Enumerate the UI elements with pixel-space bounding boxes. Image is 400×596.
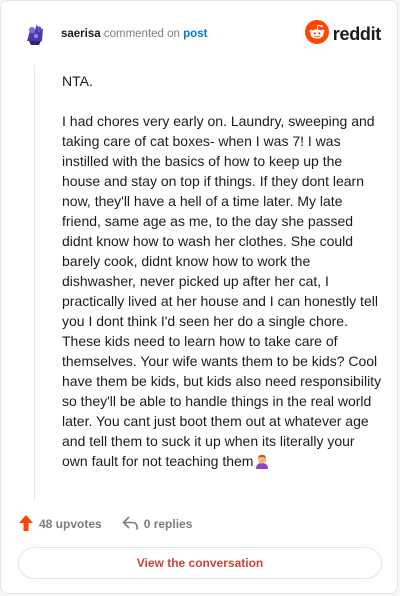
reply-arrow-icon (122, 516, 144, 533)
reddit-wordmark: reddit (332, 23, 382, 44)
post-link[interactable]: post (183, 28, 207, 40)
reply-count: 0 replies (143, 517, 193, 531)
user-avatar[interactable] (19, 17, 51, 49)
comment-byline: saerisa commented on post (61, 27, 207, 41)
thread-line (34, 65, 35, 501)
upvote-arrow-icon (19, 514, 39, 534)
reddit-logo[interactable]: reddit (304, 19, 382, 49)
upvote-count: 48 upvotes (39, 517, 102, 531)
comment-card: saerisa commented on post reddit NTA. I … (0, 0, 398, 594)
comment-paragraph: I had chores very early on. Laundry, swe… (62, 111, 382, 474)
reddit-snoo-icon (304, 19, 329, 49)
view-conversation-button[interactable]: View the conversation (18, 547, 382, 579)
reply-button[interactable]: 0 replies (122, 516, 193, 533)
comment-header: saerisa commented on post reddit (19, 17, 381, 53)
comment-paragraph: NTA. (62, 73, 93, 89)
person-facepalming-icon (254, 453, 270, 474)
comment-actions: 48 upvotes 0 replies (19, 514, 212, 534)
commented-on-text: commented on (103, 28, 180, 40)
username[interactable]: saerisa (61, 28, 101, 40)
comment-paragraph-text: I had chores very early on. Laundry, swe… (62, 113, 382, 469)
comment-body: NTA. I had chores very early on. Laundry… (62, 71, 382, 494)
upvote-button[interactable]: 48 upvotes (19, 514, 102, 534)
